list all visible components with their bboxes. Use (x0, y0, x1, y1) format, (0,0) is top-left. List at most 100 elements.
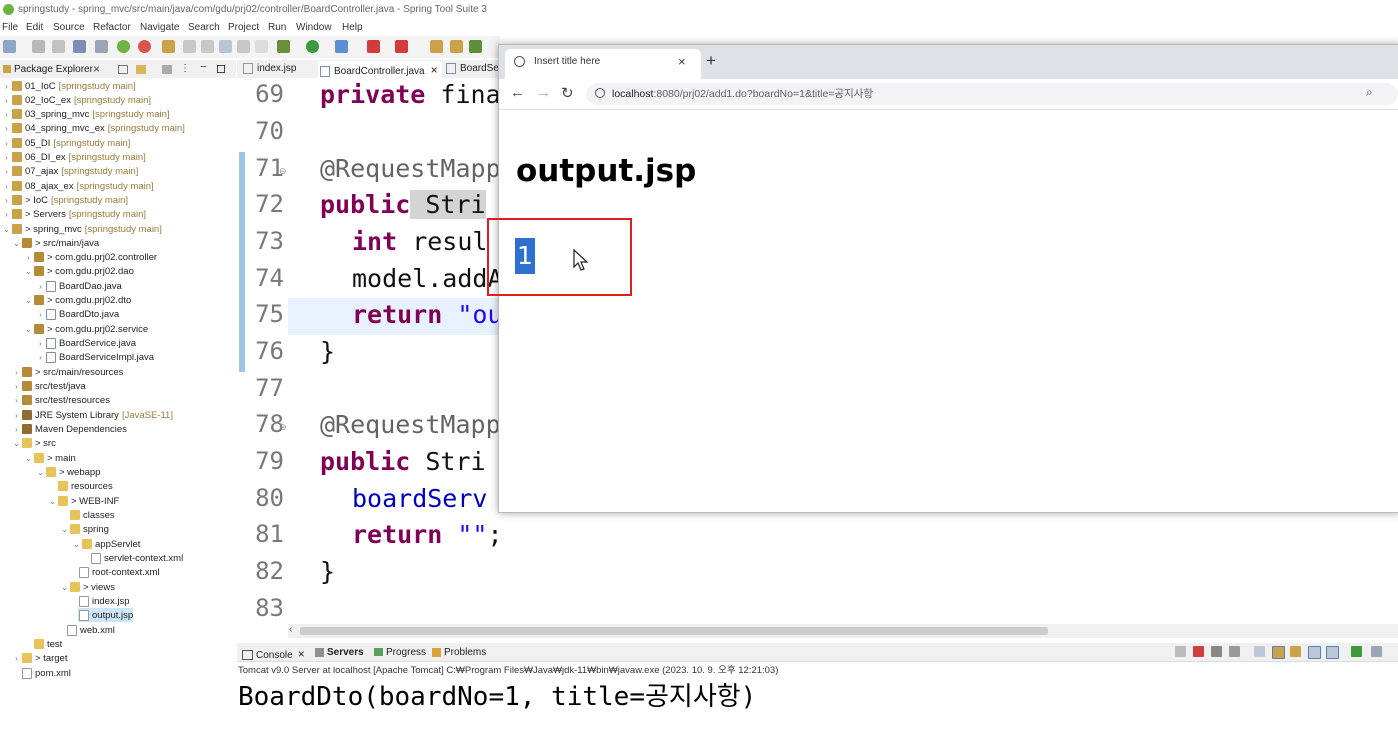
tree-item-project[interactable]: › 04_spring_mvc_ex [springstudy main] (2, 121, 185, 135)
tree-item-project[interactable]: › 02_IoC_ex [springstudy main] (2, 93, 151, 107)
debug-icon[interactable] (277, 40, 290, 53)
chevron-down-icon[interactable]: ⌄ (60, 583, 69, 592)
tree-item-file-selected[interactable]: output.jsp (78, 608, 134, 622)
maximize-icon[interactable] (217, 65, 225, 73)
tree-item-folder[interactable]: classes (60, 508, 115, 522)
tree-item-file[interactable]: › BoardService.java (36, 336, 136, 350)
minimize-icon[interactable]: − (200, 61, 206, 73)
disconnect-icon[interactable] (1175, 646, 1186, 657)
info-icon[interactable] (595, 88, 605, 98)
menu-navigate[interactable]: Navigate (140, 22, 179, 33)
chevron-right-icon[interactable]: › (2, 110, 11, 119)
chevron-down-icon[interactable]: ⌄ (24, 267, 33, 276)
tree-item-folder[interactable]: ⌄ > WEB-INF (48, 494, 119, 508)
tree-item-project[interactable]: › 01_IoC [springstudy main] (2, 79, 136, 93)
tree-item-file[interactable]: pom.xml (12, 666, 71, 680)
menu-file[interactable]: File (2, 22, 18, 33)
chevron-down-icon[interactable]: ⌄ (60, 525, 69, 534)
tree-item-project[interactable]: ⌄ > spring_mvc [springstudy main] (2, 222, 162, 236)
chevron-down-icon[interactable]: ⌄ (72, 540, 81, 549)
clear-console-icon[interactable] (1254, 646, 1265, 657)
save-icon[interactable] (32, 40, 45, 53)
chevron-right-icon[interactable]: › (2, 182, 11, 191)
chevron-down-icon[interactable]: ⌄ (12, 239, 21, 248)
tree-item-file[interactable]: › BoardDto.java (36, 307, 119, 321)
new-class-icon[interactable] (469, 40, 482, 53)
tree-item-folder[interactable]: ⌄ > views (60, 580, 115, 594)
chevron-right-icon[interactable]: › (12, 654, 21, 663)
tree-item-folder[interactable]: ⌄ > webapp (36, 465, 100, 479)
tree-item-folder[interactable]: resources (48, 479, 113, 493)
chevron-down-icon[interactable]: ⌄ (48, 497, 57, 506)
chevron-down-icon[interactable]: ⌄ (24, 454, 33, 463)
menu-source[interactable]: Source (53, 22, 85, 33)
menu-window[interactable]: Window (296, 22, 332, 33)
chevron-right-icon[interactable]: › (2, 139, 11, 148)
chevron-down-icon[interactable]: ⌄ (12, 439, 21, 448)
tree-item-file[interactable]: index.jsp (78, 594, 130, 608)
chevron-right-icon[interactable]: › (2, 82, 11, 91)
chevron-right-icon[interactable]: › (2, 210, 11, 219)
tree-item-folder[interactable]: ⌄ > main (24, 451, 76, 465)
terminate-icon[interactable] (1193, 646, 1204, 657)
chevron-down-icon[interactable]: ⌄ (24, 296, 33, 305)
scrollbar-thumb[interactable] (300, 627, 1048, 635)
chevron-down-icon[interactable]: ⌄ (36, 468, 45, 477)
tree-item-folder[interactable]: test (24, 637, 62, 651)
scroll-lock-icon[interactable] (1272, 646, 1285, 659)
tree-item-project[interactable]: › 05_DI [springstudy main] (2, 136, 130, 150)
chevron-right-icon[interactable]: › (12, 425, 21, 434)
display-console-icon[interactable] (1371, 646, 1382, 657)
chevron-right-icon[interactable]: › (36, 339, 45, 348)
tree-item-file[interactable]: web.xml (66, 623, 115, 637)
show-on-output-icon[interactable] (1308, 646, 1321, 659)
zoom-icon[interactable]: ⌕ (1366, 85, 1373, 100)
tree-item-folder[interactable]: ⌄ spring (60, 522, 109, 536)
tree-item-source-folder[interactable]: › src/test/java (12, 379, 86, 393)
menu-run[interactable]: Run (268, 22, 286, 33)
tree-item-source-folder[interactable]: ⌄ > src/main/java (12, 236, 99, 250)
terminal-icon[interactable] (73, 40, 86, 53)
tree-item-project[interactable]: › 03_spring_mvc [springstudy main] (2, 107, 169, 121)
back-icon[interactable]: ← (510, 84, 525, 101)
run-icon[interactable] (306, 40, 319, 53)
tree-item-project[interactable]: › > IoC [springstudy main] (2, 193, 128, 207)
link-with-editor-icon[interactable] (136, 65, 146, 74)
fold-icon[interactable]: ⊖ (279, 166, 287, 177)
show-whitespace-icon[interactable] (255, 40, 268, 53)
tree-item-package[interactable]: ⌄ > com.gdu.prj02.dao (24, 264, 134, 278)
menu-edit[interactable]: Edit (26, 22, 43, 33)
new-package-icon[interactable] (450, 40, 463, 53)
link-icon[interactable] (201, 40, 214, 53)
close-tab-icon[interactable]: × (678, 54, 686, 69)
word-wrap-icon[interactable] (237, 40, 250, 53)
chevron-down-icon[interactable]: ⌄ (24, 325, 33, 334)
chevron-right-icon[interactable]: › (36, 353, 45, 362)
package-explorer-title[interactable]: Package Explorer (14, 64, 93, 75)
pin-icon[interactable] (183, 40, 196, 53)
tree-item-project[interactable]: › 06_DI_ex [springstudy main] (2, 150, 146, 164)
chevron-right-icon[interactable]: › (36, 310, 45, 319)
remove-launch-icon[interactable] (1211, 646, 1222, 657)
new-java-project-icon[interactable] (430, 40, 443, 53)
tree-item-source-folder[interactable]: › > src/main/resources (12, 365, 123, 379)
menu-help[interactable]: Help (342, 22, 363, 33)
tab-servers[interactable]: Servers (315, 647, 364, 658)
chevron-right-icon[interactable]: › (24, 253, 33, 262)
view-menu-icon[interactable]: ⋮ (180, 63, 190, 74)
save-all-icon[interactable] (52, 40, 65, 53)
tree-item-package[interactable]: ⌄ > com.gdu.prj02.dto (24, 293, 131, 307)
tree-item-file[interactable]: › BoardDao.java (36, 279, 122, 293)
chevron-right-icon[interactable]: › (2, 167, 11, 176)
show-on-error-icon[interactable] (1326, 646, 1339, 659)
filter-icon[interactable] (162, 65, 172, 74)
chevron-down-icon[interactable]: ⌄ (2, 225, 11, 234)
chevron-right-icon[interactable]: › (12, 368, 21, 377)
chevron-right-icon[interactable]: › (2, 196, 11, 205)
tree-item-project[interactable]: › 07_ajax [springstudy main] (2, 164, 138, 178)
tab-problems[interactable]: Problems (432, 647, 486, 658)
remove-all-icon[interactable] (1229, 646, 1240, 657)
tab-index-jsp[interactable]: index.jsp (243, 63, 296, 74)
chevron-right-icon[interactable]: › (12, 411, 21, 420)
open-type-icon[interactable] (162, 40, 175, 53)
